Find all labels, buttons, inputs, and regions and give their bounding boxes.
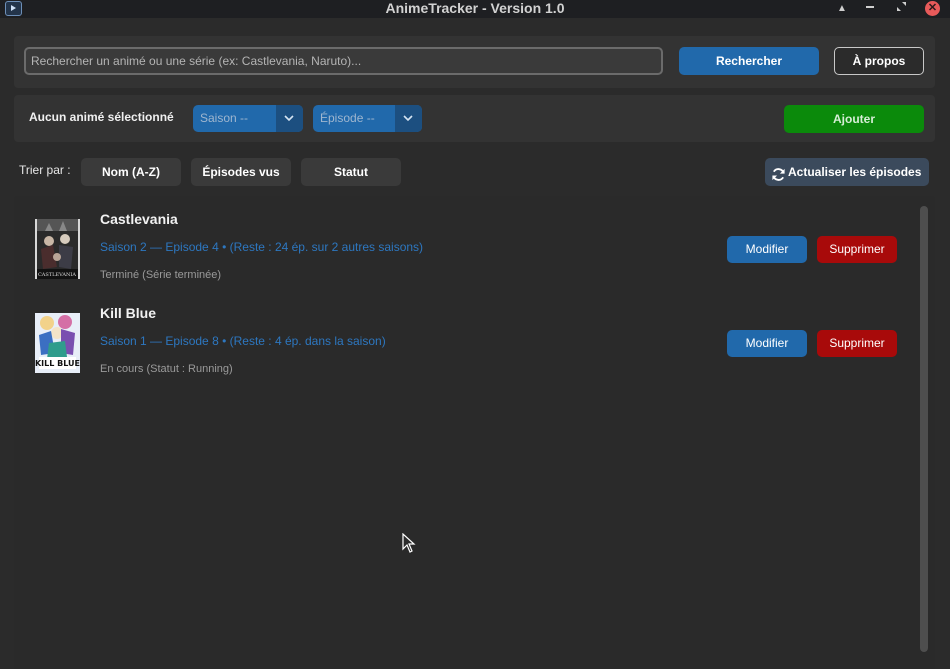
anime-list-item: KILL BLUE Kill Blue Saison 1 — Episode 8…: [14, 300, 914, 390]
selected-anime-label: Aucun animé sélectionné: [29, 110, 174, 124]
window-title: AnimeTracker - Version 1.0: [385, 0, 565, 16]
selection-panel: Aucun animé sélectionné Saison -- Épisod…: [14, 95, 935, 142]
svg-text:KILL BLUE: KILL BLUE: [35, 359, 80, 368]
svg-text:CASTLEVANIA: CASTLEVANIA: [38, 272, 76, 278]
anime-progress: Saison 2 — Episode 4 • (Reste : 24 ép. s…: [100, 240, 424, 254]
mouse-cursor-icon: [402, 532, 416, 558]
window-titlebar: AnimeTracker - Version 1.0 ▲ ✕: [0, 0, 950, 18]
sort-label: Trier par :: [19, 163, 71, 177]
edit-button[interactable]: Modifier: [727, 236, 807, 263]
edit-button[interactable]: Modifier: [727, 330, 807, 357]
refresh-episodes-button[interactable]: Actualiser les épisodes: [765, 158, 929, 186]
refresh-episodes-label: Actualiser les épisodes: [788, 165, 922, 179]
anime-status: En cours (Statut : Running): [100, 363, 233, 375]
sort-by-status-button[interactable]: Statut: [301, 158, 401, 186]
shade-window-icon[interactable]: ▲: [834, 1, 850, 17]
season-dropdown[interactable]: Saison --: [193, 105, 303, 132]
delete-button[interactable]: Supprimer: [817, 236, 897, 263]
refresh-icon: [771, 164, 786, 192]
maximize-window-icon[interactable]: [893, 1, 909, 17]
add-button[interactable]: Ajouter: [784, 105, 924, 133]
close-window-icon[interactable]: ✕: [925, 1, 940, 16]
sort-by-episodes-button[interactable]: Épisodes vus: [191, 158, 291, 186]
castlevania-poster-icon: CASTLEVANIA: [35, 219, 80, 279]
anime-list-item: CASTLEVANIA Castlevania Saison 2 — Episo…: [14, 206, 914, 296]
chevron-down-icon[interactable]: [276, 105, 303, 132]
search-button[interactable]: Rechercher: [679, 47, 819, 75]
list-scrollbar[interactable]: [920, 206, 928, 652]
kill-blue-poster-icon: KILL BLUE: [35, 313, 80, 373]
season-dropdown-value: Saison --: [200, 111, 249, 125]
anime-title: Kill Blue: [100, 305, 157, 321]
delete-button[interactable]: Supprimer: [817, 330, 897, 357]
episode-dropdown-value: Épisode --: [320, 111, 375, 125]
sort-by-name-button[interactable]: Nom (A-Z): [81, 158, 181, 186]
anime-status: Terminé (Série terminée): [100, 269, 222, 281]
episode-dropdown[interactable]: Épisode --: [313, 105, 422, 132]
anime-progress: Saison 1 — Episode 8 • (Reste : 4 ép. da…: [100, 334, 386, 348]
anime-title: Castlevania: [100, 211, 178, 227]
search-input[interactable]: [24, 47, 663, 75]
chevron-down-icon[interactable]: [395, 105, 422, 132]
minimize-window-icon[interactable]: [862, 1, 878, 17]
search-panel: Rechercher À propos: [14, 36, 935, 88]
about-button[interactable]: À propos: [834, 47, 924, 75]
